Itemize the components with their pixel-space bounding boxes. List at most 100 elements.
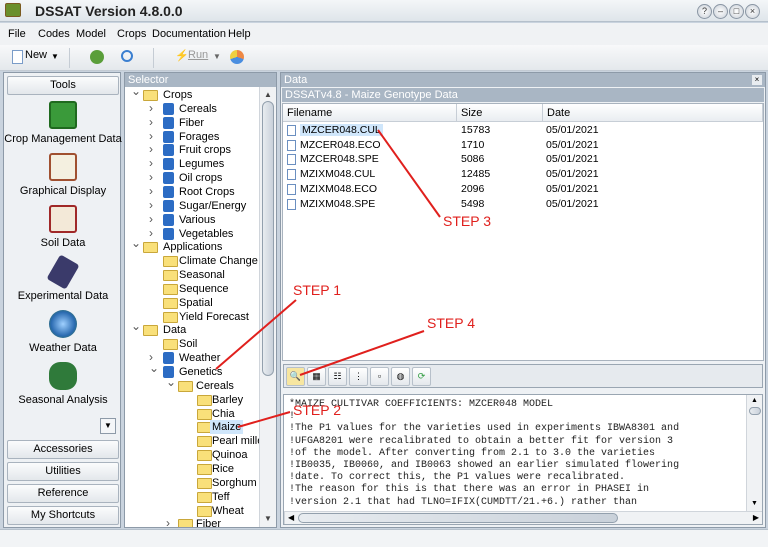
tree-item[interactable]: Pearl millet bbox=[125, 434, 259, 448]
details-view-button[interactable]: ▫ bbox=[370, 367, 389, 386]
file-content-viewer[interactable]: *MAIZE CULTIVAR COEFFICIENTS: MZCER048 M… bbox=[283, 394, 763, 525]
run-dropdown-icon[interactable]: ▼ bbox=[213, 52, 221, 61]
tree-item[interactable]: Sequence bbox=[125, 282, 259, 296]
table-row[interactable]: MZIXM048.CUL 12485 05/01/2021 bbox=[283, 168, 763, 182]
collapse-icon[interactable]: ⌄ bbox=[166, 375, 176, 389]
collapse-icon[interactable]: ⌄ bbox=[131, 87, 141, 98]
seasonal-analysis-tool[interactable]: Seasonal Analysis bbox=[4, 362, 122, 406]
panel-close-icon[interactable]: × bbox=[752, 75, 762, 85]
tree-item[interactable]: Chia bbox=[125, 407, 259, 421]
table-row[interactable]: MZCER048.ECO 1710 05/01/2021 bbox=[283, 139, 763, 153]
tree-view-button[interactable]: ⋮ bbox=[349, 367, 368, 386]
tree-item[interactable]: › Fruit crops bbox=[125, 142, 259, 157]
text-hscroll[interactable]: ◀ ▶ bbox=[284, 511, 762, 524]
tree-item[interactable]: ⌄ Cereals bbox=[125, 375, 259, 393]
tree-item[interactable]: Wheat bbox=[125, 504, 259, 518]
scroll-down-icon[interactable]: ▼ bbox=[264, 514, 272, 523]
column-header-filename[interactable]: Filename bbox=[283, 104, 457, 122]
menu-model[interactable]: Model bbox=[76, 28, 106, 40]
crop-tool-icon[interactable] bbox=[90, 50, 104, 64]
tree-item[interactable]: › Forages bbox=[125, 129, 259, 144]
expand-icon[interactable]: › bbox=[149, 198, 153, 212]
menu-file[interactable]: File bbox=[8, 28, 26, 40]
tree-item[interactable]: › Sugar/Energy bbox=[125, 198, 259, 213]
reference-button[interactable]: Reference bbox=[7, 484, 119, 503]
new-dropdown-icon[interactable]: ▼ bbox=[51, 52, 59, 61]
tree-item[interactable]: Quinoa bbox=[125, 448, 259, 462]
tree-item[interactable]: Teff bbox=[125, 490, 259, 504]
app-icon[interactable] bbox=[5, 3, 21, 17]
expand-icon[interactable]: › bbox=[149, 142, 153, 156]
help-icon[interactable]: ? bbox=[697, 4, 712, 19]
tree-item[interactable]: › Cereals bbox=[125, 101, 259, 116]
close-button[interactable]: × bbox=[745, 4, 760, 19]
scroll-right-icon[interactable]: ▶ bbox=[753, 513, 759, 522]
utilities-button[interactable]: Utilities bbox=[7, 462, 119, 481]
tree-item[interactable]: ⌄ Applications bbox=[125, 236, 259, 254]
scroll-down-icon[interactable]: ▼ bbox=[751, 500, 758, 507]
minimize-button[interactable]: – bbox=[713, 4, 728, 19]
accessories-button[interactable]: Accessories bbox=[7, 440, 119, 459]
expand-icon[interactable]: › bbox=[149, 212, 153, 226]
tree-item[interactable]: › Fiber bbox=[125, 516, 259, 527]
new-button[interactable]: New bbox=[25, 49, 47, 61]
menu-help[interactable]: Help bbox=[228, 28, 251, 40]
column-header-size[interactable]: Size bbox=[457, 104, 543, 122]
scroll-up-icon[interactable]: ▲ bbox=[751, 397, 758, 404]
expand-icon[interactable]: › bbox=[149, 184, 153, 198]
web-icon-button[interactable]: ◍ bbox=[391, 367, 410, 386]
tree-item[interactable]: ⌄ Genetics bbox=[125, 361, 259, 379]
tree-item[interactable]: › Vegetables bbox=[125, 226, 259, 241]
scroll-up-icon[interactable]: ▲ bbox=[264, 90, 272, 99]
graphical-display-tool[interactable]: Graphical Display bbox=[4, 153, 122, 197]
expand-icon[interactable]: › bbox=[149, 101, 153, 115]
collapse-icon[interactable]: ⌄ bbox=[149, 361, 159, 375]
expand-icon[interactable]: › bbox=[149, 156, 153, 170]
tree-item[interactable]: › Oil crops bbox=[125, 170, 259, 185]
tree-item[interactable]: › Root Crops bbox=[125, 184, 259, 199]
scroll-thumb[interactable] bbox=[262, 101, 274, 376]
tree-item[interactable]: ⌄ Crops bbox=[125, 87, 259, 102]
maximize-button[interactable]: □ bbox=[729, 4, 744, 19]
menu-documentation[interactable]: Documentation bbox=[152, 28, 226, 40]
run-button[interactable]: Run bbox=[188, 49, 208, 61]
table-row[interactable]: MZIXM048.SPE 5498 05/01/2021 bbox=[283, 198, 763, 212]
experimental-data-tool[interactable]: Experimental Data bbox=[4, 254, 122, 302]
scroll-thumb[interactable] bbox=[298, 513, 618, 523]
table-row[interactable]: MZCER048.SPE 5086 05/01/2021 bbox=[283, 153, 763, 167]
my-shortcuts-button[interactable]: My Shortcuts bbox=[7, 506, 119, 525]
tree-item[interactable]: › Fiber bbox=[125, 115, 259, 130]
menu-crops[interactable]: Crops bbox=[117, 28, 146, 40]
scroll-left-icon[interactable]: ◀ bbox=[288, 513, 294, 522]
refresh-button[interactable]: ⟳ bbox=[412, 367, 431, 386]
table-row[interactable]: MZCER048.CUL 15783 05/01/2021 bbox=[283, 124, 763, 138]
soil-data-tool[interactable]: Soil Data bbox=[4, 205, 122, 249]
collapse-icon[interactable]: ⌄ bbox=[131, 236, 141, 250]
tree-item[interactable]: Sorghum bbox=[125, 476, 259, 490]
tree-item[interactable]: Maize bbox=[125, 420, 259, 435]
tree-item[interactable]: Soil bbox=[125, 337, 259, 351]
tree-item[interactable]: › Weather bbox=[125, 350, 259, 365]
expand-icon[interactable]: › bbox=[166, 516, 170, 527]
tree-item[interactable]: Seasonal bbox=[125, 268, 259, 282]
menu-codes[interactable]: Codes bbox=[38, 28, 70, 40]
tools-header-button[interactable]: Tools bbox=[7, 76, 119, 95]
tree-item[interactable]: Spatial bbox=[125, 296, 259, 310]
collapse-icon[interactable]: ⌄ bbox=[131, 319, 141, 333]
text-vscroll[interactable]: ▲ ▼ bbox=[746, 395, 762, 511]
pie-chart-icon[interactable] bbox=[230, 50, 244, 64]
tree-item[interactable]: ⌄ Data bbox=[125, 319, 259, 337]
weather-data-tool[interactable]: Weather Data bbox=[4, 310, 122, 354]
search-icon[interactable] bbox=[121, 50, 133, 62]
tree-item[interactable]: Rice bbox=[125, 462, 259, 476]
scroll-thumb[interactable] bbox=[749, 407, 761, 415]
crop-management-tool[interactable]: Crop Management Data bbox=[4, 101, 122, 145]
expand-icon[interactable]: › bbox=[149, 129, 153, 143]
expand-icon[interactable]: › bbox=[149, 115, 153, 129]
column-header-date[interactable]: Date bbox=[543, 104, 763, 122]
table-row[interactable]: MZIXM048.ECO 2096 05/01/2021 bbox=[283, 183, 763, 197]
tree-item[interactable]: Yield Forecast bbox=[125, 310, 259, 324]
tree-item[interactable]: Climate Change bbox=[125, 254, 259, 268]
list-view-button[interactable]: ☷ bbox=[328, 367, 347, 386]
tools-scroll-down-button[interactable]: ▼ bbox=[100, 418, 116, 434]
